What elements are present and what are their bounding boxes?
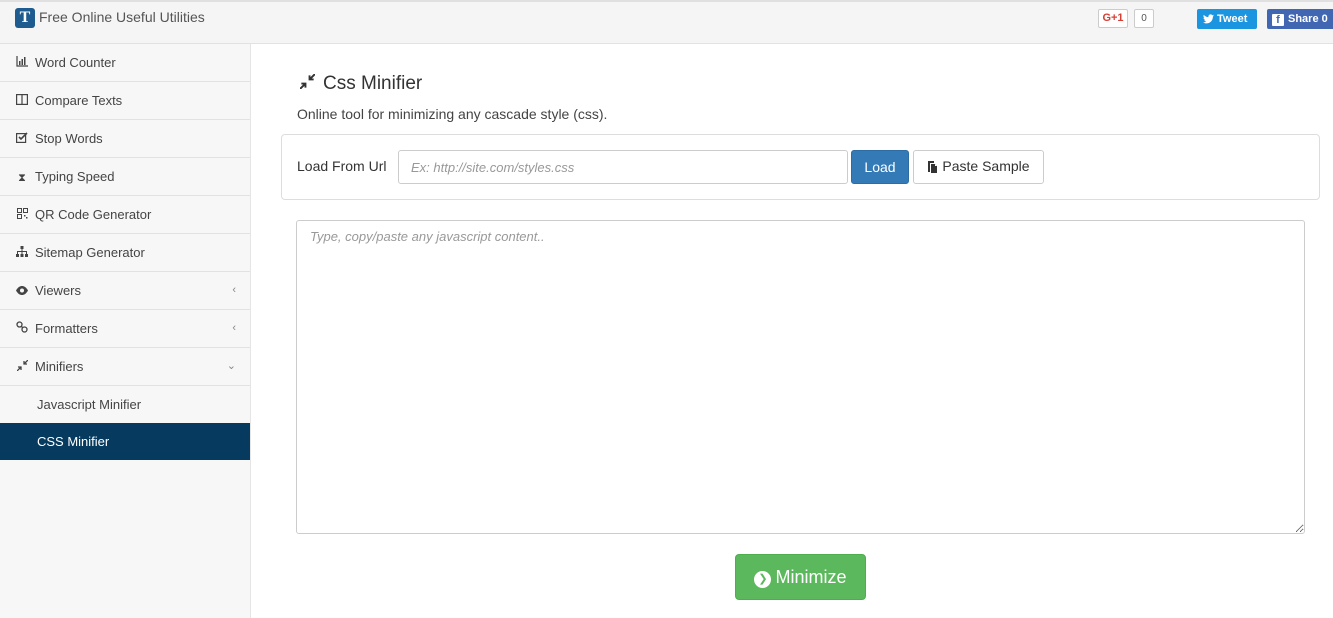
sidebar-item-compare-texts[interactable]: Compare Texts (0, 82, 250, 120)
eye-icon (15, 274, 29, 311)
sidebar-item-minifiers[interactable]: Minifiers ⌄ (0, 348, 250, 386)
sidebar-item-stop-words[interactable]: Stop Words (0, 120, 250, 158)
sidebar-item-label: Compare Texts (35, 93, 123, 108)
sidebar-subitem-css-minifier[interactable]: CSS Minifier (0, 423, 250, 460)
sidebar-item-typing-speed[interactable]: ⧗ Typing Speed (0, 158, 250, 196)
sidebar-item-formatters[interactable]: Formatters ‹ (0, 310, 250, 348)
logo[interactable]: T (15, 8, 35, 28)
compress-icon (299, 73, 316, 94)
sidebar-item-label: Stop Words (35, 131, 103, 146)
google-plus-count: 0 (1134, 9, 1154, 28)
page-title: Css Minifier (299, 73, 423, 95)
google-plus-button[interactable]: G+1 (1098, 9, 1128, 28)
sidebar-item-sitemap-generator[interactable]: Sitemap Generator (0, 234, 250, 272)
load-button[interactable]: Load (851, 150, 909, 184)
facebook-icon: f (1272, 14, 1284, 26)
checkbox-icon (15, 122, 29, 159)
bar-chart-icon (15, 46, 29, 83)
css-input-textarea[interactable] (296, 220, 1305, 534)
sidebar-item-label: Minifiers (35, 359, 84, 374)
minimize-label: Minimize (775, 566, 847, 587)
sidebar-item-label: Sitemap Generator (35, 245, 145, 260)
chevron-left-icon: ‹ (232, 284, 236, 296)
page-title-text: Css Minifier (323, 73, 423, 94)
tweet-button[interactable]: Tweet (1197, 9, 1257, 29)
columns-icon (15, 84, 29, 121)
sidebar-item-label: Viewers (35, 283, 82, 298)
sidebar-item-viewers[interactable]: Viewers ‹ (0, 272, 250, 310)
tweet-label: Tweet (1217, 13, 1248, 25)
url-input[interactable] (398, 150, 848, 184)
sidebar-item-word-counter[interactable]: Word Counter (0, 44, 250, 82)
chevron-down-icon: ⌄ (226, 360, 236, 372)
sidebar-item-label: QR Code Generator (35, 207, 152, 222)
site-title[interactable]: Free Online Useful Utilities (39, 9, 205, 25)
sidebar-item-label: Typing Speed (35, 169, 115, 184)
minimize-button[interactable]: ❯ Minimize (735, 554, 866, 600)
sidebar-item-label: Formatters (35, 321, 98, 336)
paste-sample-button[interactable]: Paste Sample (913, 150, 1044, 184)
sidebar-item-qr-code-generator[interactable]: QR Code Generator (0, 196, 250, 234)
sitemap-icon (15, 236, 29, 273)
chevron-left-icon: ‹ (232, 322, 236, 334)
sidebar-item-label: Word Counter (35, 55, 116, 70)
paste-icon (927, 160, 938, 176)
load-from-url-label: Load From Url (297, 158, 387, 174)
hourglass-icon: ⧗ (18, 172, 26, 184)
paste-sample-label: Paste Sample (942, 158, 1030, 174)
share-label: Share 0 (1288, 13, 1328, 25)
link-icon (15, 312, 29, 349)
chevron-circle-right-icon: ❯ (754, 570, 772, 588)
sidebar-subitem-javascript-minifier[interactable]: Javascript Minifier (0, 386, 250, 423)
page-subtitle: Online tool for minimizing any cascade s… (297, 106, 608, 122)
sidebar: Word Counter Compare Texts Stop Words ⧗ T… (0, 44, 251, 618)
twitter-icon (1203, 14, 1214, 24)
qrcode-icon (15, 198, 29, 235)
top-header: T Free Online Useful Utilities G+1 0 Twe… (0, 0, 1333, 44)
facebook-share-button[interactable]: f Share 0 (1267, 9, 1333, 29)
compress-icon (15, 350, 29, 387)
